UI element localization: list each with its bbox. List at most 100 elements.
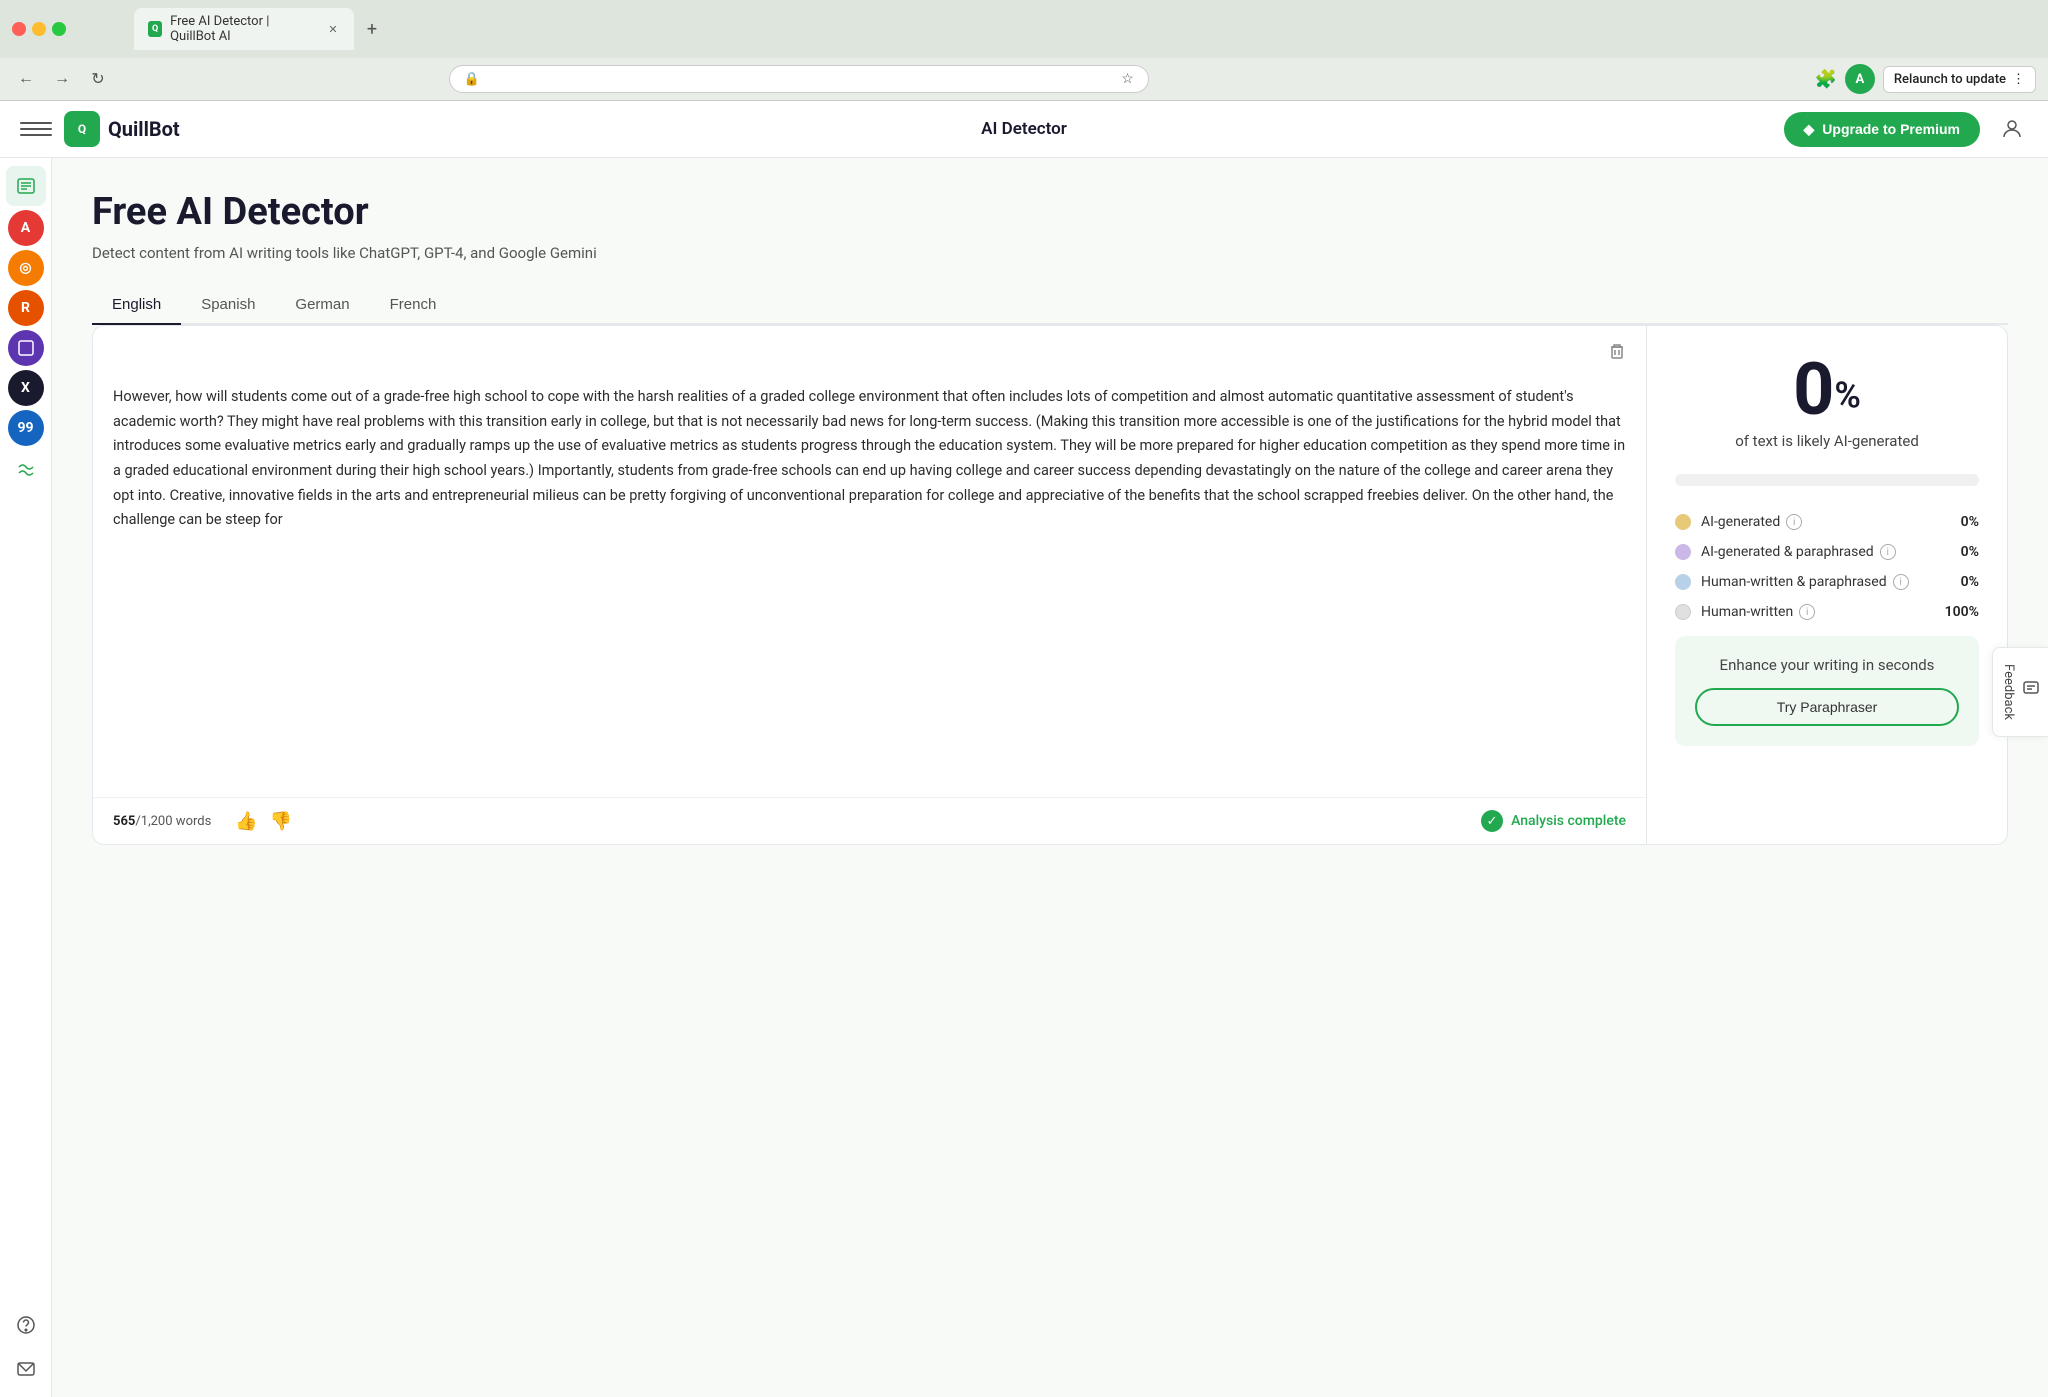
word-count-current: 565 [113,814,135,829]
analysis-status: ✓ Analysis complete [1481,810,1626,832]
try-paraphraser-btn[interactable]: Try Paraphraser [1695,688,1959,726]
browser-chrome: Q Free AI Detector | QuillBot AI ✕ + ← →… [0,0,2048,101]
page-subtitle: Detect content from AI writing tools lik… [92,244,2008,262]
sidebar-item-help[interactable] [6,1305,46,1345]
label-human-written-text: Human-written [1701,604,1793,620]
active-tab[interactable]: Q Free AI Detector | QuillBot AI ✕ [134,8,354,50]
close-btn[interactable] [12,22,26,36]
analysis-label: Analysis complete [1511,813,1626,829]
relaunch-btn[interactable]: Relaunch to update ⋮ [1883,66,2036,93]
tab-favicon: Q [148,21,162,37]
delete-btn[interactable] [1604,338,1630,369]
word-count: 565/1,200 words [113,814,211,829]
ai-percent-number: 0 [1793,354,1834,426]
value-human-paraphrased: 0% [1961,574,1979,590]
sidebar-item-paraphraser[interactable]: ◎ [8,250,44,286]
result-row-human-paraphrased: Human-written & paraphrased i 0% [1675,574,1979,590]
ai-percent-label: of text is likely AI-generated [1675,432,1979,450]
feedback-tab[interactable]: Feedback [1992,647,2048,737]
words-label: words [176,814,212,829]
sidebar: A ◎ R X 99 [0,158,52,1397]
sidebar-item-translator[interactable]: X [8,370,44,406]
info-icon-ai-generated[interactable]: i [1786,514,1802,530]
language-tabs: English Spanish German French [92,286,2008,325]
enhance-card: Enhance your writing in seconds Try Para… [1675,636,1979,746]
logo[interactable]: Q QuillBot [64,111,180,147]
info-icon-human-paraphrased[interactable]: i [1893,574,1909,590]
url-input[interactable]: quillbot.com/ai-content-detector [488,71,1113,87]
result-row-ai-generated: AI-generated i 0% [1675,514,1979,530]
label-ai-generated: AI-generated i [1701,514,1951,530]
label-human-paraphrased-text: Human-written & paraphrased [1701,574,1887,590]
thumbs-down-btn[interactable]: 👎 [270,811,292,832]
back-btn[interactable]: ← [12,65,40,93]
ai-percent-symbol: % [1834,375,1861,417]
hamburger-line-3 [20,134,52,136]
refresh-btn[interactable]: ↻ [84,65,112,93]
info-icon-human-written[interactable]: i [1799,604,1815,620]
enhance-title: Enhance your writing in seconds [1695,656,1959,674]
tab-french[interactable]: French [370,286,457,325]
user-icon[interactable] [1996,113,2028,145]
page-title: Free AI Detector [92,190,2008,234]
sidebar-item-quotes[interactable]: 99 [8,410,44,446]
account-avatar[interactable]: A [1845,64,1875,94]
upgrade-btn[interactable]: ◆ Upgrade to Premium [1784,112,1980,147]
feedback-icon [2022,681,2040,704]
tab-english[interactable]: English [92,286,181,325]
lock-icon: 🔒 [464,72,480,87]
sidebar-item-citation[interactable]: R [8,290,44,326]
maximize-btn[interactable] [52,22,66,36]
sidebar-item-cowriter[interactable] [8,330,44,366]
editor-footer: 565/1,200 words 👍 👎 ✓ Analysis complete [93,797,1646,844]
tab-german[interactable]: German [275,286,369,325]
label-ai-paraphrased-text: AI-generated & paraphrased [1701,544,1874,560]
dot-ai-generated [1675,514,1691,530]
sidebar-item-flow[interactable] [6,450,46,490]
thumb-buttons: 👍 👎 [235,811,292,832]
editor-toolbar [93,326,1646,369]
word-count-max: 1,200 [141,814,173,829]
label-human-written: Human-written i [1701,604,1935,620]
nav-icons: 🧩 A Relaunch to update ⋮ [1814,64,2036,94]
title-bar: Q Free AI Detector | QuillBot AI ✕ + [0,0,2048,58]
browser-nav: ← → ↻ 🔒 quillbot.com/ai-content-detector… [0,58,2048,100]
sidebar-item-summarizer[interactable] [6,166,46,206]
header-actions: ◆ Upgrade to Premium [1784,112,2028,147]
minimize-btn[interactable] [32,22,46,36]
more-icon: ⋮ [2012,72,2025,87]
editor-text[interactable]: However, how will students come out of a… [93,369,1646,797]
tab-title: Free AI Detector | QuillBot AI [170,14,314,44]
hamburger-menu[interactable] [20,113,52,145]
ai-percent-display: 0% of text is likely AI-generated [1675,354,1979,450]
window-controls [12,22,66,36]
extensions-icon[interactable]: 🧩 [1814,69,1836,90]
tab-close-icon[interactable]: ✕ [326,21,340,37]
label-human-paraphrased: Human-written & paraphrased i [1701,574,1951,590]
hamburger-line-2 [20,128,52,130]
svg-text:Q: Q [78,122,86,136]
hamburger-line-1 [20,122,52,124]
value-ai-paraphrased: 0% [1961,544,1979,560]
star-icon[interactable]: ☆ [1121,71,1134,87]
sidebar-item-grammar[interactable]: A [8,210,44,246]
check-icon: ✓ [1481,810,1503,832]
label-ai-generated-text: AI-generated [1701,514,1780,530]
forward-btn[interactable]: → [48,65,76,93]
new-tab-btn[interactable]: + [358,15,386,43]
dot-human-written [1675,604,1691,620]
sidebar-item-mail[interactable] [6,1349,46,1389]
tab-spanish[interactable]: Spanish [181,286,275,325]
editor-pane: However, how will students come out of a… [93,326,1646,844]
editor-results-container: However, how will students come out of a… [92,325,2008,845]
relaunch-label: Relaunch to update [1894,72,2006,87]
logo-text: QuillBot [108,117,180,141]
page-content: Free AI Detector Detect content from AI … [52,158,2048,1397]
dot-human-paraphrased [1675,574,1691,590]
value-ai-generated: 0% [1961,514,1979,530]
info-icon-ai-paraphrased[interactable]: i [1880,544,1896,560]
thumbs-up-btn[interactable]: 👍 [235,811,257,832]
logo-icon: Q [64,111,100,147]
result-rows: AI-generated i 0% AI-generated & paraphr… [1675,514,1979,620]
result-row-ai-paraphrased: AI-generated & paraphrased i 0% [1675,544,1979,560]
